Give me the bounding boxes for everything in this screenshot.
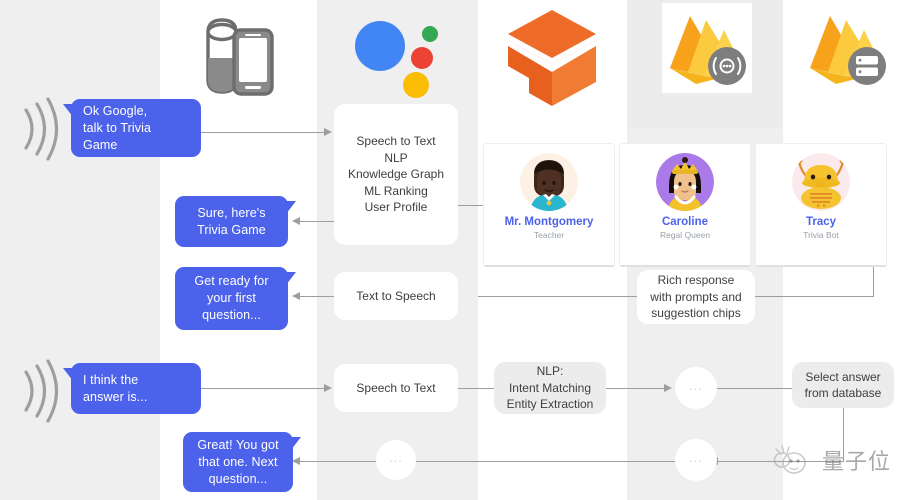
firebase-realtime-database-icon bbox=[806, 10, 888, 88]
persona-card[interactable]: Mr. Montgomery Teacher bbox=[483, 143, 615, 267]
ellipsis-node-label: ... bbox=[689, 449, 703, 465]
process-box-p2: Text to Speech bbox=[334, 272, 458, 320]
chat-bubble-tail bbox=[291, 437, 301, 450]
queen-avatar bbox=[656, 153, 714, 211]
persona-card[interactable]: Caroline Regal Queen bbox=[619, 143, 751, 267]
chat-bubble-text: Great! You got that one. Next question..… bbox=[197, 437, 279, 486]
ellipsis-node-d2[interactable]: ... bbox=[675, 439, 717, 481]
process-box-label: Speech to Text NLP Knowledge Graph ML Ra… bbox=[347, 134, 445, 215]
process-box-label: Text to Speech bbox=[356, 288, 436, 303]
swimlane-user-lane bbox=[0, 0, 160, 500]
persona-role: Trivia Bot bbox=[803, 230, 839, 240]
chat-bubble-tail bbox=[63, 104, 73, 117]
sound-wave-icon bbox=[20, 358, 60, 424]
watermark-text: 量子位 bbox=[822, 450, 892, 475]
persona-name: Tracy bbox=[805, 216, 837, 228]
chat-bubble-b1: Ok Google, talk to Trivia Game bbox=[63, 99, 201, 157]
process-box-label: Select answer from database bbox=[804, 369, 882, 401]
speaker-and-phone-icon bbox=[198, 8, 282, 102]
chat-bubble-text: Get ready for your first question... bbox=[194, 274, 269, 322]
google-assistant-icon bbox=[352, 12, 444, 104]
persona-role: Teacher bbox=[533, 230, 565, 240]
watermark: 量子位 bbox=[772, 443, 891, 477]
watermark-mascot-icon bbox=[773, 445, 806, 474]
process-box-p4: Rich response with prompts and suggestio… bbox=[637, 270, 755, 324]
persona-role: Regal Queen bbox=[659, 230, 711, 240]
firebase-cloud-functions-icon bbox=[666, 10, 748, 88]
process-box-p6: Select answer from database bbox=[792, 362, 894, 408]
persona-name: Caroline bbox=[661, 216, 708, 228]
actions-on-google-box-icon bbox=[503, 6, 601, 110]
process-box-label: NLP: Intent Matching Entity Extraction bbox=[506, 364, 594, 412]
process-box-label: Rich response with prompts and suggestio… bbox=[650, 273, 742, 321]
ellipsis-node-d1[interactable]: ... bbox=[675, 367, 717, 409]
persona-name: Mr. Montgomery bbox=[504, 216, 594, 228]
ellipsis-node-d3[interactable]: ... bbox=[376, 440, 416, 480]
chat-bubble-b5: Great! You got that one. Next question..… bbox=[183, 432, 301, 492]
ellipsis-node-label: ... bbox=[389, 449, 403, 465]
chat-bubble-text: Ok Google, talk to Trivia Game bbox=[83, 103, 152, 152]
teacher-avatar bbox=[520, 153, 578, 211]
chat-bubble-b2: Sure, here's Trivia Game bbox=[175, 196, 296, 247]
robot-avatar bbox=[792, 153, 850, 211]
chat-bubble-b4: I think the answer is... bbox=[63, 363, 201, 414]
process-box-p1: Speech to Text NLP Knowledge Graph ML Ra… bbox=[334, 104, 458, 245]
chat-bubble-text: I think the answer is... bbox=[83, 372, 148, 404]
chat-bubble-tail bbox=[286, 272, 296, 285]
process-box-label: Speech to Text bbox=[356, 380, 436, 395]
persona-card[interactable]: Tracy Trivia Bot bbox=[755, 143, 887, 267]
process-box-p5: NLP: Intent Matching Entity Extraction bbox=[494, 362, 606, 414]
diagram-canvas: Mr. Montgomery Teacher Caroline Regal Quee… bbox=[0, 0, 900, 500]
sound-wave-icon bbox=[20, 96, 60, 162]
chat-bubble-tail bbox=[286, 201, 296, 214]
chat-bubble-tail bbox=[63, 368, 73, 381]
ellipsis-node-label: ... bbox=[689, 377, 703, 393]
chat-bubble-text: Sure, here's Trivia Game bbox=[197, 205, 266, 237]
chat-bubble-b3: Get ready for your first question... bbox=[175, 267, 296, 330]
process-box-p3: Speech to Text bbox=[334, 364, 458, 412]
